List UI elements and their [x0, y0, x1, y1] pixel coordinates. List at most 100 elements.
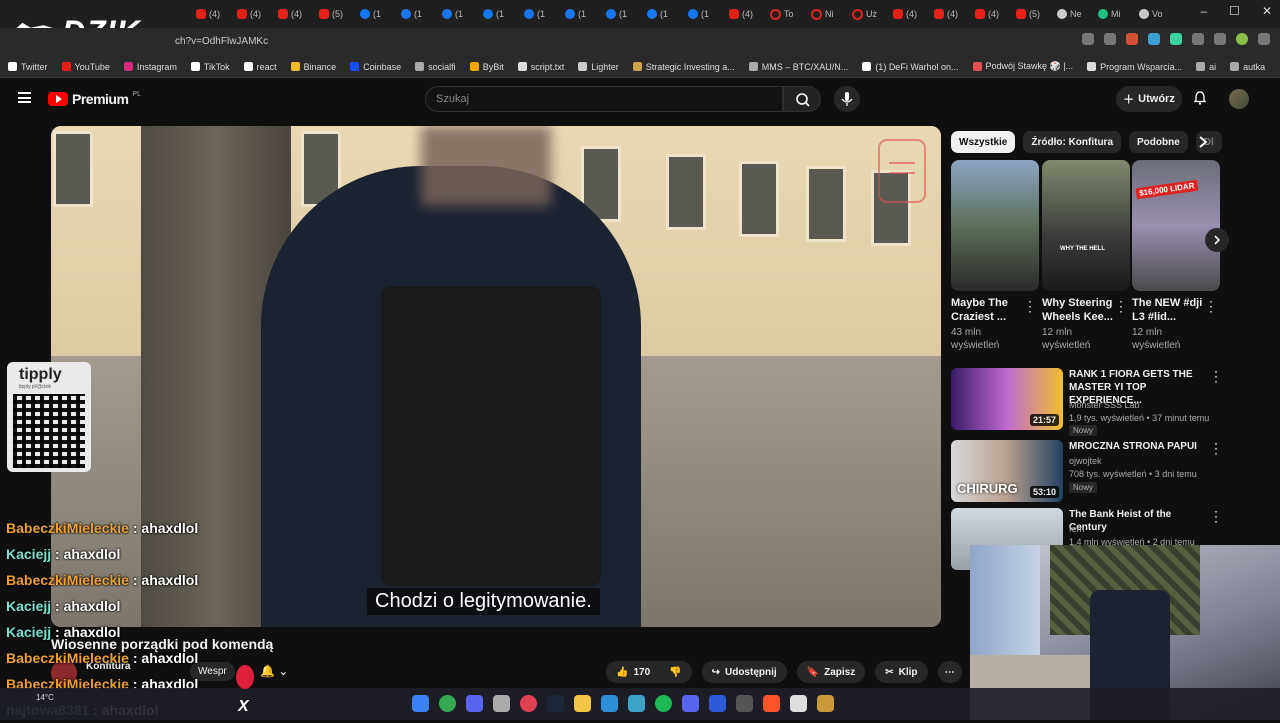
extension-icon[interactable]: [1170, 33, 1182, 45]
hamburger-menu-icon[interactable]: [18, 92, 31, 103]
thumbs-down-icon[interactable]: 👎: [669, 667, 681, 678]
browser-tab[interactable]: To: [770, 6, 794, 22]
file-explorer-icon[interactable]: [574, 695, 591, 712]
bookmark-item[interactable]: socialfi: [415, 62, 456, 72]
search-input[interactable]: Szukaj: [425, 86, 783, 112]
browser-tab[interactable]: (4): [237, 6, 261, 22]
browser-tab[interactable]: (4): [729, 6, 753, 22]
browser-tab[interactable]: (1: [483, 6, 504, 22]
subscription-bell-icon[interactable]: 🔔 ⌄: [260, 664, 288, 678]
browser-tab[interactable]: (5): [319, 6, 343, 22]
more-options-icon[interactable]: ⋮: [1204, 298, 1218, 315]
weather-widget[interactable]: 14°C: [36, 693, 54, 702]
filter-chip[interactable]: Wszystkie: [951, 131, 1016, 153]
more-options-icon[interactable]: ⋮: [1209, 368, 1223, 385]
app-icon[interactable]: [817, 695, 834, 712]
youtube-logo[interactable]: Premium PL: [48, 91, 141, 107]
spotify-icon[interactable]: [655, 695, 672, 712]
more-options-icon[interactable]: ⋮: [1209, 508, 1223, 525]
browser-tab[interactable]: (4): [975, 6, 999, 22]
browser-tab[interactable]: (4): [893, 6, 917, 22]
recommended-channel[interactable]: fern: [1069, 524, 1085, 534]
vscode-icon[interactable]: [628, 695, 645, 712]
short-info[interactable]: Why Steering Wheels Kee... 12 mln wyświet…: [1042, 296, 1122, 352]
extension-icon[interactable]: [1148, 33, 1160, 45]
bookmark-item[interactable]: YouTube: [61, 62, 110, 72]
extension-icon[interactable]: [1126, 33, 1138, 45]
profile-icon[interactable]: [1236, 33, 1248, 45]
discord-icon[interactable]: [682, 695, 699, 712]
search-button[interactable]: [783, 86, 821, 112]
bookmark-item[interactable]: Lighter: [578, 62, 619, 72]
browser-tab[interactable]: (1: [401, 6, 422, 22]
puzzle-icon[interactable]: [1192, 33, 1204, 45]
chevron-right-icon[interactable]: [1197, 136, 1209, 148]
filter-chip[interactable]: Źródło: Konfitura: [1023, 131, 1122, 153]
filter-chip[interactable]: Podobne: [1129, 131, 1188, 153]
discord-icon[interactable]: [466, 695, 483, 712]
bookmark-item[interactable]: (1) DeFi Warhol on...: [862, 62, 959, 72]
short-thumbnail[interactable]: WHY THE HELL: [1042, 160, 1130, 291]
terminal-icon[interactable]: [736, 695, 753, 712]
browser-tab[interactable]: (1: [606, 6, 627, 22]
bookmark-item[interactable]: Coinbase: [350, 62, 401, 72]
star-icon[interactable]: [1104, 33, 1116, 45]
bookmark-item[interactable]: autka: [1230, 62, 1265, 72]
like-button[interactable]: 👍 170 👎: [606, 661, 692, 683]
voice-search-button[interactable]: [834, 86, 860, 112]
maximize-icon[interactable]: ☐: [1229, 4, 1240, 18]
shorts-next-button[interactable]: [1205, 228, 1229, 252]
kebab-icon[interactable]: [1258, 33, 1270, 45]
save-button[interactable]: 🔖 Zapisz: [796, 661, 866, 683]
browser-tab[interactable]: Uż: [852, 6, 877, 22]
bookmark-item[interactable]: MMS – BTC/XAU/N...: [748, 62, 848, 72]
recommended-video[interactable]: CHIRURG 53:10 MROCZNA STRONA PAPUI ojwojtek…: [951, 440, 1269, 504]
notes-icon[interactable]: [790, 695, 807, 712]
clip-button[interactable]: ✂ Klip: [875, 661, 928, 683]
new-tab-button[interactable]: +: [1140, 6, 1148, 22]
cast-icon[interactable]: [1082, 33, 1094, 45]
bookmark-item[interactable]: Strategic Investing a...: [632, 62, 735, 72]
bookmark-item[interactable]: react: [243, 62, 277, 72]
more-options-icon[interactable]: ⋮: [1114, 298, 1128, 315]
notepad-icon[interactable]: [493, 695, 510, 712]
share-button[interactable]: ↪ Udostępnij: [701, 661, 787, 683]
browser-tab[interactable]: (1: [647, 6, 668, 22]
recommended-channel[interactable]: ojwojtek: [1069, 456, 1102, 466]
bookmark-item[interactable]: Instagram: [123, 62, 177, 72]
account-avatar[interactable]: [1229, 89, 1249, 109]
short-thumbnail[interactable]: [951, 160, 1039, 291]
bookmark-item[interactable]: ai: [1196, 62, 1216, 72]
browser-tab[interactable]: (1: [442, 6, 463, 22]
bookmark-item[interactable]: ByBit: [469, 62, 504, 72]
browser-tab[interactable]: Mi: [1098, 6, 1121, 22]
more-options-icon[interactable]: ⋮: [1209, 440, 1223, 457]
app-icon[interactable]: [520, 695, 537, 712]
app-icon[interactable]: [709, 695, 726, 712]
url-field[interactable]: ch?v=OdhFlwJAMKc: [175, 36, 268, 47]
bookmark-item[interactable]: script.txt: [517, 62, 564, 72]
close-icon[interactable]: ✕: [1262, 4, 1272, 18]
browser-tab[interactable]: (1: [688, 6, 709, 22]
short-info[interactable]: Maybe The Craziest ... 43 mln wyświetleń: [951, 296, 1031, 352]
browser-tab[interactable]: (4): [934, 6, 958, 22]
bookmark-item[interactable]: TikTok: [190, 62, 230, 72]
more-actions-button[interactable]: ⋯: [937, 661, 962, 683]
browser-tab[interactable]: Ne: [1057, 6, 1082, 22]
create-button[interactable]: ＋ Utwórz: [1116, 86, 1182, 112]
browser-tab[interactable]: (5): [1016, 6, 1040, 22]
video-thumbnail[interactable]: CHIRURG 53:10: [951, 440, 1063, 502]
more-options-icon[interactable]: ⋮: [1023, 298, 1037, 315]
recommended-video[interactable]: 21:57 RANK 1 FIORA GETS THE MASTER YI TOP…: [951, 368, 1269, 436]
browser-tab[interactable]: (4): [196, 6, 220, 22]
bookmark-item[interactable]: Podwój Stawkę 🎲 |...: [972, 61, 1073, 72]
short-info[interactable]: The NEW #dji L3 #lid... 12 mln wyświetleń: [1132, 296, 1212, 352]
minimize-icon[interactable]: –: [1200, 4, 1207, 18]
windows-start-icon[interactable]: [412, 695, 429, 712]
chrome-icon[interactable]: [439, 695, 456, 712]
bookmark-item[interactable]: Program Wsparcia...: [1087, 62, 1182, 72]
edge-icon[interactable]: [601, 695, 618, 712]
short-thumbnail[interactable]: $16,000 LIDAR: [1132, 160, 1220, 291]
brave-icon[interactable]: [763, 695, 780, 712]
browser-tab[interactable]: (4): [278, 6, 302, 22]
